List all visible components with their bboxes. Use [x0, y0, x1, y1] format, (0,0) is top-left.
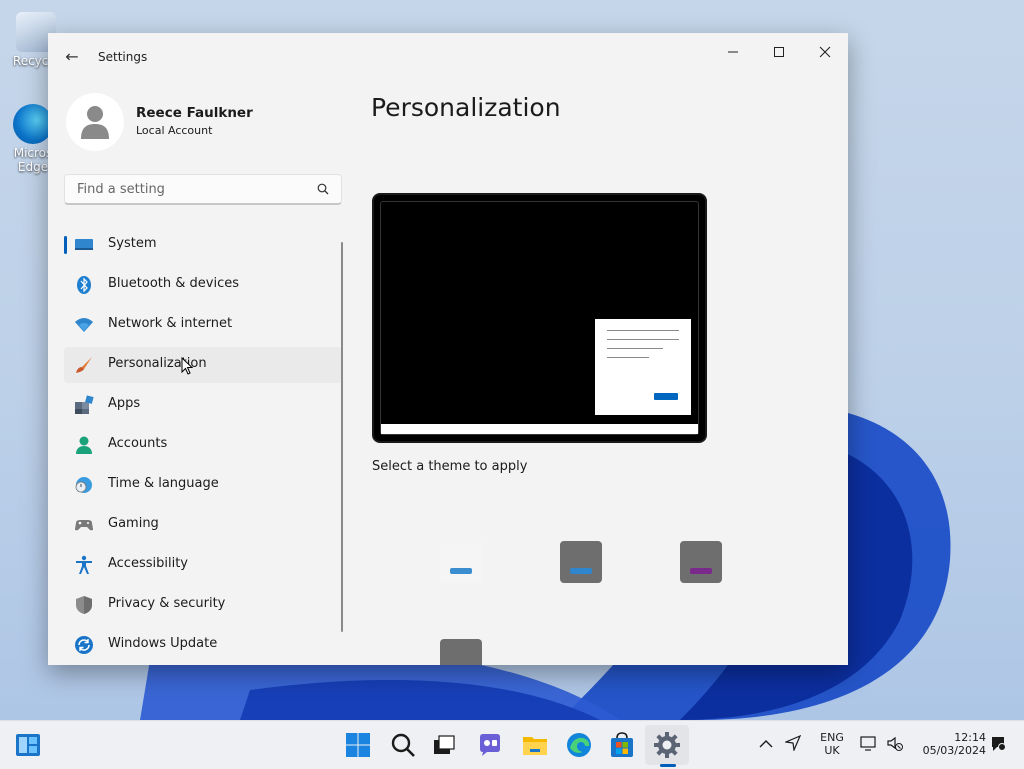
edge-icon[interactable] [565, 731, 593, 759]
settings-window: ← Settings Reece Faulkner Local Account [48, 33, 848, 665]
theme-tile[interactable] [560, 541, 602, 583]
search-input[interactable] [75, 181, 319, 198]
sidebar-item-accounts[interactable]: Accounts [64, 427, 342, 463]
sidebar-item-network[interactable]: Network & internet [64, 307, 342, 343]
search-icon[interactable] [389, 731, 417, 759]
update-icon [75, 636, 93, 654]
search-box[interactable] [64, 174, 342, 205]
page-title: Personalization [371, 93, 561, 122]
accessibility-icon [76, 555, 92, 574]
network-icon[interactable] [860, 735, 878, 753]
sidebar-item-system[interactable]: System [64, 227, 342, 263]
sidebar-item-label: Windows Update [108, 636, 218, 651]
widgets-icon[interactable] [14, 731, 42, 759]
sidebar-item-windows-update[interactable]: Windows Update [64, 627, 342, 663]
sidebar-item-label: Accessibility [108, 556, 188, 571]
file-explorer-icon[interactable] [521, 731, 549, 759]
maximize-icon [774, 47, 784, 57]
sidebar-item-personalization[interactable]: Personalization [64, 347, 342, 383]
sidebar-item-label: System [108, 236, 157, 251]
task-view-icon[interactable] [430, 731, 458, 759]
sidebar-item-label: Time & language [108, 476, 219, 491]
bluetooth-icon [77, 276, 91, 294]
minimize-button[interactable] [711, 39, 755, 69]
start-icon[interactable] [344, 731, 372, 759]
sidebar-item-apps[interactable]: Apps [64, 387, 342, 423]
sidebar-item-time-language[interactable]: Time & language [64, 467, 342, 503]
theme-caption: Select a theme to apply [372, 459, 528, 474]
theme-tile[interactable] [680, 541, 722, 583]
volume-muted-icon[interactable] [886, 735, 904, 753]
chevron-up-icon[interactable] [759, 739, 773, 749]
time: 12:14 [954, 731, 986, 744]
back-button[interactable]: ← [60, 47, 84, 67]
theme-tile[interactable] [440, 541, 482, 583]
date: 05/03/2024 [922, 744, 986, 757]
close-button[interactable] [803, 39, 847, 69]
close-icon [819, 46, 831, 58]
sidebar-item-accessibility[interactable]: Accessibility [64, 547, 342, 583]
sidebar-item-label: Accounts [108, 436, 168, 451]
sidebar-nav: System Bluetooth & devices Network & int… [64, 227, 342, 665]
sidebar-item-gaming[interactable]: Gaming [64, 507, 342, 543]
clock[interactable]: 12:14 05/03/2024 [914, 731, 986, 757]
sidebar-item-label: Gaming [108, 516, 159, 531]
shield-icon [76, 596, 92, 614]
active-app-indicator [660, 764, 676, 767]
language-indicator[interactable]: ENG UK [816, 731, 848, 757]
sidebar-item-label: Bluetooth & devices [108, 276, 239, 291]
apps-icon [75, 395, 94, 414]
gamepad-icon [75, 520, 93, 531]
location-icon[interactable] [785, 735, 801, 751]
sidebar-item-bluetooth[interactable]: Bluetooth & devices [64, 267, 342, 303]
sidebar-item-label: Network & internet [108, 316, 233, 331]
selection-indicator [64, 236, 67, 254]
settings-icon[interactable] [653, 731, 681, 759]
minimize-icon [728, 51, 738, 53]
accounts-icon [76, 436, 92, 454]
theme-tile[interactable] [440, 639, 482, 665]
mouse-cursor-icon [181, 357, 193, 375]
theme-preview [372, 193, 707, 443]
notifications-icon[interactable] [989, 735, 1007, 753]
preview-button [654, 393, 678, 400]
window-title: Settings [98, 50, 148, 64]
user-avatar-icon [81, 106, 109, 139]
globe-clock-icon [75, 477, 92, 493]
system-icon [75, 239, 93, 250]
desktop-icon-label: Micros Edge [13, 146, 53, 174]
sidebar-scrollbar[interactable] [341, 242, 343, 632]
brush-icon [76, 357, 92, 373]
chat-icon[interactable] [476, 731, 504, 759]
avatar[interactable] [66, 93, 124, 151]
language-code: ENG [820, 731, 844, 744]
taskbar: ENG UK 12:14 05/03/2024 [0, 720, 1024, 769]
wifi-icon [75, 318, 93, 332]
region-code: UK [824, 744, 840, 757]
store-icon[interactable] [608, 731, 636, 759]
search-icon[interactable] [317, 183, 329, 195]
sidebar-item-label: Privacy & security [108, 596, 226, 611]
preview-window [595, 319, 691, 415]
title-bar: ← Settings [48, 33, 848, 81]
maximize-button[interactable] [757, 39, 801, 69]
sidebar-item-label: Apps [108, 396, 141, 411]
sidebar-item-privacy-security[interactable]: Privacy & security [64, 587, 342, 623]
edge-icon [13, 104, 53, 144]
profile-name: Reece Faulkner [136, 105, 253, 121]
preview-taskbar [381, 424, 698, 434]
profile-account-type: Local Account [136, 124, 213, 137]
